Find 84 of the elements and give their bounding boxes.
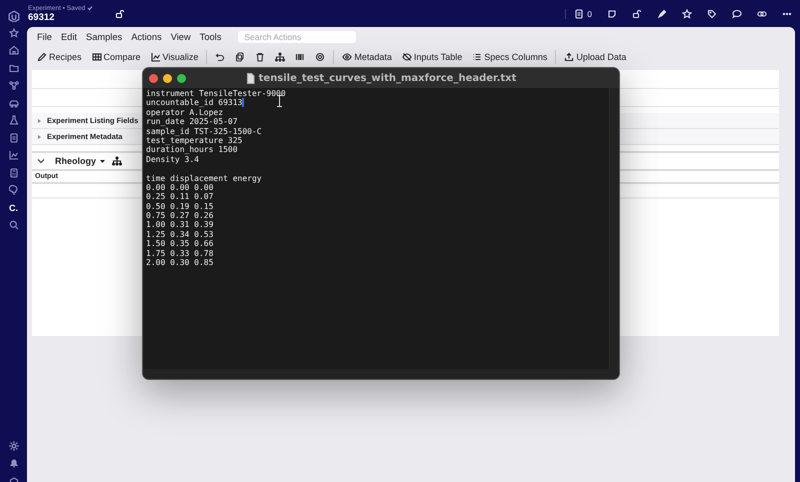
window-title: tensile_test_curves_with_maxforce_header.txt [258, 72, 516, 84]
text-line: time displacement energy [146, 174, 262, 183]
barcode-icon [295, 52, 306, 62]
link-icon[interactable] [757, 8, 767, 18]
home-icon[interactable] [8, 45, 18, 55]
menu-item[interactable]: Tools [200, 32, 222, 42]
check-icon [87, 5, 94, 11]
note-icon[interactable] [607, 8, 617, 18]
text-line: instrument TensileTester-9000 [146, 89, 286, 98]
line-chart-icon [150, 52, 161, 62]
chevron-down-icon[interactable] [37, 158, 45, 164]
text-line: test_temperature 325 [146, 136, 242, 145]
experiment-title: 69312 [28, 12, 56, 22]
horizontal-scrollbar[interactable] [143, 369, 619, 379]
close-button[interactable] [149, 74, 158, 82]
text-line: operator A.Lopez [146, 108, 224, 117]
hierarchy-icon[interactable] [112, 156, 122, 166]
expand-triangle-icon [37, 118, 42, 124]
text-line: 1.00 0.31 0.39 [146, 220, 214, 230]
grid-icon [92, 52, 102, 62]
logo-icon[interactable] [8, 10, 20, 22]
flask-icon[interactable] [8, 115, 18, 125]
menu-item[interactable]: Edit [60, 32, 78, 42]
upload-icon [564, 52, 574, 62]
expand-triangle-icon [37, 134, 42, 140]
text-line: duration_hours 1500 [146, 145, 238, 154]
toolbar-button[interactable]: Specs Columns [467, 52, 552, 62]
document-count: 0 [587, 8, 592, 18]
menu-item[interactable]: Actions [131, 32, 162, 42]
star-icon[interactable] [8, 28, 18, 38]
toolbar-button[interactable]: Metadata [337, 52, 397, 62]
text-line: 0.50 0.19 0.15 [146, 202, 214, 211]
text-line: 0.75 0.27 0.26 [146, 211, 214, 220]
tag-icon[interactable] [707, 8, 717, 18]
calculator-icon[interactable] [8, 168, 18, 178]
file-icon [246, 72, 255, 84]
text-line: sample_id TST-325-1500-C [146, 126, 262, 136]
menu-item[interactable]: Samples [86, 32, 122, 42]
toolbar-button[interactable]: Visualize [146, 52, 204, 62]
text-line: uncountable_id 69313 [146, 98, 242, 108]
maximize-button[interactable] [177, 74, 186, 82]
text-line: 1.50 0.35 0.66 [146, 239, 214, 248]
folder-icon[interactable] [8, 62, 18, 72]
hidden-eye-icon [402, 52, 412, 62]
list-icon [472, 52, 482, 62]
undo-icon [215, 52, 226, 62]
lightbulb-icon[interactable] [8, 185, 18, 195]
menu-item[interactable]: View [170, 32, 191, 42]
text-cursor-icon [276, 95, 283, 107]
bell-icon[interactable] [8, 458, 18, 468]
search-field[interactable]: Search Actions [238, 31, 356, 43]
text-line: 2.00 0.30 0.85 [146, 258, 214, 268]
text-line: 0.00 0.00 0.00 [146, 182, 214, 192]
vertical-scrollbar[interactable] [609, 88, 619, 369]
text-line: 0.25 0.11 0.07 [146, 192, 214, 202]
highlighter-icon[interactable] [657, 8, 667, 18]
text-line: 1.25 0.34 0.53 [146, 230, 214, 239]
menu-item[interactable]: File [37, 32, 52, 42]
network-icon[interactable] [8, 80, 18, 90]
caret-down-icon[interactable] [100, 158, 106, 164]
text-line: Density 3.4 [146, 154, 199, 164]
pencil-icon [37, 52, 47, 62]
search-icon[interactable] [8, 220, 18, 230]
toolbar-button[interactable]: Inputs Table [396, 52, 468, 62]
vehicle-icon[interactable] [8, 98, 18, 108]
toolbar-button[interactable]: Compare [86, 52, 146, 62]
comment-icon[interactable] [732, 8, 742, 18]
gear-icon [315, 52, 326, 62]
eye-icon [342, 52, 352, 62]
toolbar-button[interactable]: Upload Data [559, 52, 632, 62]
trash-icon [255, 52, 266, 62]
toolbar-button[interactable]: Recipes [32, 52, 87, 62]
unlock-icon[interactable] [632, 8, 642, 18]
sidebar-label[interactable]: C. [9, 202, 18, 212]
text-line: run_date 2025-05-07 [146, 117, 238, 126]
text-line: 1.75 0.33 0.78 [146, 248, 214, 258]
unlock-icon[interactable] [115, 8, 126, 18]
minimize-button[interactable] [163, 74, 172, 82]
gear-icon[interactable] [8, 440, 20, 452]
chart-icon[interactable] [8, 150, 18, 160]
section-title: Rheology [55, 156, 96, 166]
copy-icon [235, 52, 246, 62]
document-icon[interactable] [8, 132, 18, 142]
hierarchy-icon [275, 52, 286, 62]
